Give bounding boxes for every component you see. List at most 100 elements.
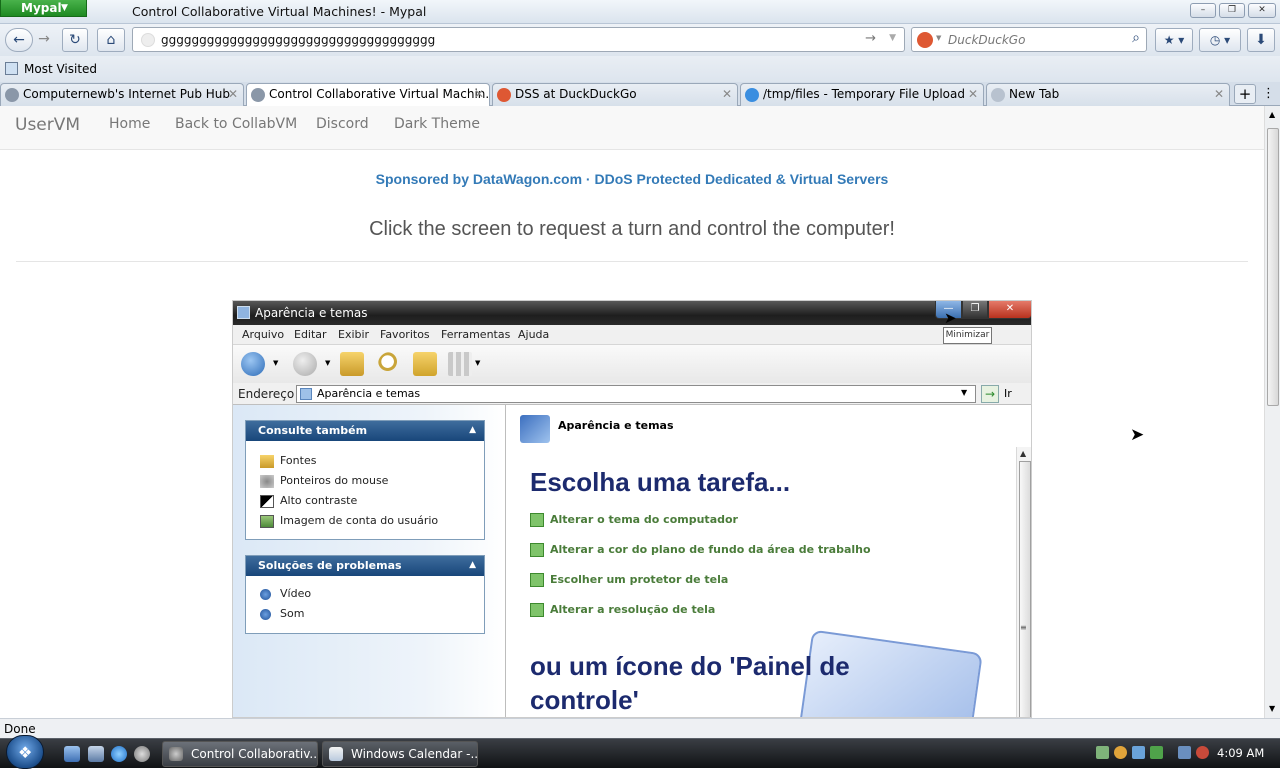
- tab-collabvm[interactable]: Control Collaborative Virtual Machin... …: [246, 83, 490, 107]
- search-bar[interactable]: ▼ DuckDuckGo ⌕: [911, 27, 1147, 52]
- tab-close-icon[interactable]: ✕: [228, 84, 238, 105]
- volume-muted-icon[interactable]: [1196, 746, 1209, 759]
- vm-scroll-thumb[interactable]: [1019, 461, 1031, 717]
- scroll-up-icon[interactable]: ▲: [1269, 110, 1275, 119]
- start-button[interactable]: ❖: [6, 735, 44, 769]
- minimize-button[interactable]: –: [1190, 3, 1216, 18]
- vm-panel-header[interactable]: Soluções de problemas ▲: [246, 556, 484, 576]
- search-icon[interactable]: ⌕: [1132, 30, 1140, 46]
- history-button[interactable]: ◷ ▾: [1199, 28, 1241, 52]
- back-button[interactable]: ←: [5, 28, 33, 52]
- search-engine-dropdown-icon[interactable]: ▼: [936, 34, 941, 42]
- nav-dark-theme-link[interactable]: Dark Theme: [394, 116, 480, 132]
- vm-scrollbar[interactable]: ▲ ≡: [1016, 447, 1031, 717]
- vm-go-arrow-icon[interactable]: →: [981, 385, 999, 403]
- url-bar[interactable]: gggggggggggggggggggggggggggggggggggg → ▼: [132, 27, 905, 52]
- vm-link-high-contrast[interactable]: Alto contraste: [246, 491, 484, 511]
- vm-go-label[interactable]: Ir: [1004, 387, 1012, 400]
- vm-window-title-bar[interactable]: Aparência e temas — ❐ ✕: [233, 301, 1031, 325]
- scroll-up-icon[interactable]: ▲: [1020, 449, 1026, 458]
- tab-close-icon[interactable]: ✕: [722, 84, 732, 105]
- vm-menu-editar[interactable]: Editar: [294, 328, 327, 341]
- tray-app-icon[interactable]: [1150, 746, 1163, 759]
- nav-home-link[interactable]: Home: [109, 116, 150, 132]
- nav-collabvm-link[interactable]: Back to CollabVM: [175, 116, 297, 132]
- tab-duckduckgo[interactable]: DSS at DuckDuckGo ✕: [492, 83, 738, 106]
- tab-computernewb[interactable]: Computernewb's Internet Pub Hub ✕: [0, 83, 244, 106]
- downloads-button[interactable]: ⬇: [1247, 28, 1275, 52]
- app-menu-button[interactable]: Mypal ▼: [0, 0, 87, 17]
- vm-link-fontes[interactable]: Fontes: [246, 451, 484, 471]
- vm-address-value[interactable]: Aparência e temas: [317, 387, 420, 400]
- reload-button[interactable]: ↻: [62, 28, 88, 52]
- home-button[interactable]: ⌂: [97, 28, 125, 52]
- vm-menu-exibir[interactable]: Exibir: [338, 328, 369, 341]
- vm-task-screensaver[interactable]: Escolher um protetor de tela: [530, 573, 728, 587]
- vm-restore-button[interactable]: ❐: [962, 301, 988, 319]
- search-placeholder[interactable]: DuckDuckGo: [948, 33, 1025, 47]
- url-text[interactable]: gggggggggggggggggggggggggggggggggggg: [161, 33, 435, 47]
- go-arrow-icon[interactable]: →: [865, 31, 876, 46]
- tray-app-icon[interactable]: [1096, 746, 1109, 759]
- scroll-down-icon[interactable]: ▼: [1269, 704, 1275, 713]
- vm-close-button[interactable]: ✕: [988, 301, 1031, 319]
- folder-up-icon[interactable]: [340, 352, 364, 376]
- collapse-icon[interactable]: ▲: [469, 555, 476, 575]
- taskbar-button-mypal[interactable]: Control Collaborativ...: [162, 741, 318, 767]
- duckduckgo-icon[interactable]: [917, 32, 933, 48]
- chevron-down-icon[interactable]: ▼: [273, 359, 278, 367]
- most-visited-bookmark[interactable]: Most Visited: [24, 62, 97, 76]
- security-shield-icon[interactable]: [1114, 746, 1127, 759]
- url-dropdown-icon[interactable]: ▼: [889, 33, 896, 43]
- vm-back-icon[interactable]: [241, 352, 265, 376]
- site-identity-icon[interactable]: [141, 33, 155, 47]
- vm-link-video[interactable]: Vídeo: [246, 584, 484, 604]
- vm-task-resolution[interactable]: Alterar a resolução de tela: [530, 603, 715, 617]
- vm-menu-arquivo[interactable]: Arquivo: [242, 328, 284, 341]
- vm-task-change-theme[interactable]: Alterar o tema do computador: [530, 513, 738, 527]
- chevron-down-icon[interactable]: ▼: [325, 359, 330, 367]
- bookmarks-button[interactable]: ★ ▾: [1155, 28, 1193, 52]
- folders-icon[interactable]: [413, 352, 437, 376]
- forward-button[interactable]: →: [33, 28, 55, 52]
- nav-discord-link[interactable]: Discord: [316, 116, 369, 132]
- network-icon[interactable]: [1178, 746, 1191, 759]
- tab-new-tab[interactable]: New Tab ✕: [986, 83, 1230, 106]
- page-scrollbar[interactable]: ▲ ▼: [1264, 106, 1280, 718]
- vm-link-sound[interactable]: Som: [246, 604, 484, 624]
- tab-close-icon[interactable]: ✕: [968, 84, 978, 105]
- mypal-quicklaunch-icon[interactable]: [134, 746, 150, 762]
- site-brand[interactable]: UserVM: [15, 115, 80, 135]
- vm-menu-ferramentas[interactable]: Ferramentas: [441, 328, 510, 341]
- vm-menu-favoritos[interactable]: Favoritos: [380, 328, 430, 341]
- vm-link-mouse-pointers[interactable]: Ponteiros do mouse: [246, 471, 484, 491]
- restore-button[interactable]: ❐: [1219, 3, 1245, 18]
- new-tab-button[interactable]: +: [1234, 84, 1256, 104]
- internet-explorer-icon[interactable]: [111, 746, 127, 762]
- collapse-icon[interactable]: ▲: [469, 420, 476, 440]
- vm-link-user-picture[interactable]: Imagem de conta do usuário: [246, 511, 484, 531]
- tab-close-icon[interactable]: ✕: [1214, 84, 1224, 105]
- page-scroll-thumb[interactable]: [1267, 128, 1279, 406]
- vm-screen[interactable]: Aparência e temas — ❐ ✕ Arquivo Editar E…: [232, 300, 1032, 718]
- vm-panel-header[interactable]: Consulte também ▲: [246, 421, 484, 441]
- vm-address-dropdown-icon[interactable]: ▼: [961, 388, 967, 397]
- search-icon[interactable]: [378, 352, 402, 376]
- chevron-down-icon[interactable]: ▼: [475, 359, 480, 367]
- taskbar-clock[interactable]: 4:09 AM: [1217, 746, 1264, 760]
- show-desktop-icon[interactable]: [64, 746, 80, 762]
- vm-address-input[interactable]: Aparência e temas: [296, 385, 976, 403]
- vm-forward-icon[interactable]: [293, 352, 317, 376]
- tab-list-button[interactable]: ⋮: [1262, 86, 1275, 101]
- views-icon[interactable]: [448, 352, 472, 376]
- vm-menu-ajuda[interactable]: Ajuda: [518, 328, 549, 341]
- tab-close-icon[interactable]: ✕: [474, 84, 484, 105]
- vm-task-change-background[interactable]: Alterar a cor do plano de fundo da área …: [530, 543, 871, 557]
- tab-tmp-files[interactable]: /tmp/files - Temporary File Upload ✕: [740, 83, 984, 106]
- sponsor-link[interactable]: Sponsored by DataWagon.com · DDoS Protec…: [0, 171, 1264, 187]
- close-button[interactable]: ✕: [1248, 3, 1276, 18]
- switch-windows-icon[interactable]: [88, 746, 104, 762]
- vm-heading-icon-1: ou um ícone do 'Painel de: [530, 651, 850, 681]
- taskbar-button-calendar[interactable]: Windows Calendar -...: [322, 741, 478, 767]
- tray-app-icon[interactable]: [1132, 746, 1145, 759]
